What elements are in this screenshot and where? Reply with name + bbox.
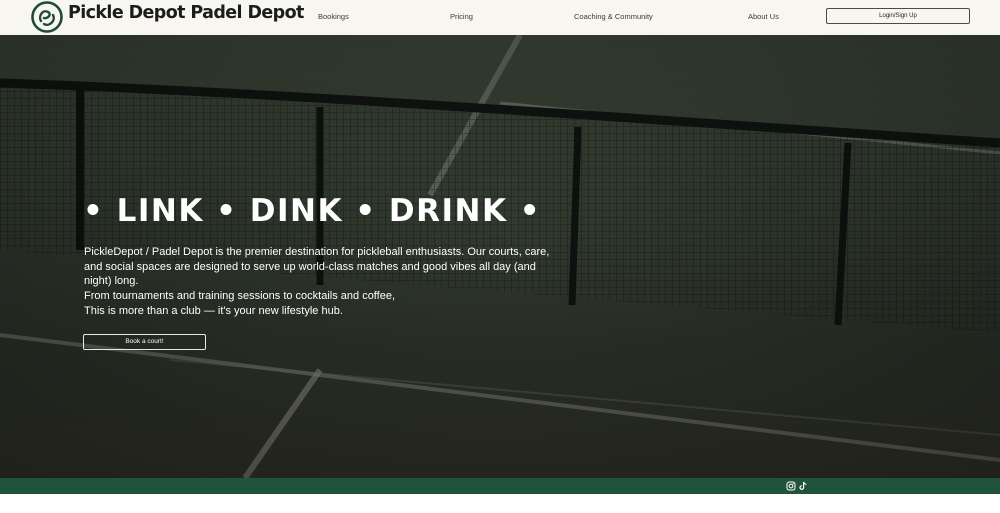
brand-name[interactable]: Pickle Depot Padel Depot (68, 3, 304, 23)
hero-description: PickleDepot / Padel Depot is the premier… (84, 246, 550, 287)
logo-icon[interactable] (31, 1, 63, 33)
login-signup-button[interactable]: Login/Sign Up (826, 8, 970, 24)
hero-title: • LINK • DINK • DRINK • (83, 193, 542, 229)
nav-coaching-community[interactable]: Coaching & Community (574, 12, 653, 21)
hero-subtext-line-1: From tournaments and training sessions t… (84, 290, 396, 302)
footer-bar (0, 478, 1000, 494)
hero-subtext-line-2: This is more than a club — it's your new… (84, 304, 343, 317)
hero-subtext: From tournaments and training sessions t… (84, 289, 564, 318)
book-court-button[interactable]: Book a court! (83, 334, 206, 350)
tiktok-icon[interactable] (798, 481, 808, 491)
hero-section: • LINK • DINK • DRINK • PickleDepot / Pa… (0, 35, 1000, 478)
nav-about-us[interactable]: About Us (748, 12, 779, 21)
site-header: Pickle Depot Padel Depot Bookings Pricin… (0, 0, 1000, 35)
instagram-icon[interactable] (786, 481, 796, 491)
nav-bookings[interactable]: Bookings (318, 12, 349, 21)
nav-pricing[interactable]: Pricing (450, 12, 473, 21)
